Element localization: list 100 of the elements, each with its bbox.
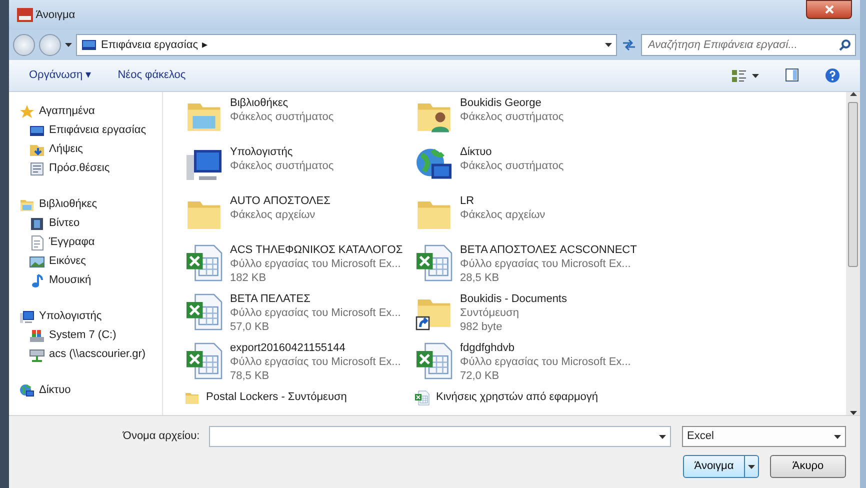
file-detail: Φύλλο εργασίας του Microsoft Ex... <box>460 355 631 369</box>
breadcrumb-link[interactable]: Επιφάνεια εργασίας <box>101 36 198 54</box>
caret-icon <box>748 464 755 468</box>
open-button[interactable]: Άνοιγμα <box>684 456 744 477</box>
file-name: Κινήσεις χρηστών από εφαρμογή <box>436 390 598 404</box>
file-item[interactable]: export20160421155144 Φύλλο εργασίας του Microsoft Ex... 78,5 KB <box>179 339 409 388</box>
file-detail: Συντόμευση <box>460 306 520 320</box>
scrollbar[interactable] <box>846 92 860 415</box>
file-name: Postal Lockers - Συντόμευση <box>206 390 347 404</box>
file-item[interactable]: Postal Lockers - Συντόμευση <box>179 388 409 415</box>
close-button[interactable] <box>806 0 852 19</box>
file-item[interactable]: Δίκτυο Φάκελος συστήματος <box>409 143 639 192</box>
drive-icon <box>29 328 45 344</box>
refresh-button[interactable] <box>621 36 637 54</box>
spreadsheet-icon <box>184 341 224 381</box>
file-item[interactable]: ACS ΤΗΛΕΦΩΝΙΚΟΣ ΚΑΤΑΛΟΓΟΣ Φύλλο εργασίας του Microsoft Ex... 182 KB <box>179 241 409 290</box>
file-name: export20160421155144 <box>230 341 346 355</box>
back-button[interactable] <box>13 34 35 56</box>
sidebar-item[interactable]: Πρόσ.θέσεις <box>29 159 110 178</box>
picture-icon <box>29 254 45 270</box>
sidebar-item[interactable]: System 7 (C:) <box>29 326 116 345</box>
file-item[interactable]: ΒΕΤΑ ΠΕΛΑΤΕΣ Φύλλο εργασίας του Microsoft Ex... 57,0 KB <box>179 290 409 339</box>
caret-icon <box>834 434 841 438</box>
app-icon <box>17 8 33 22</box>
file-detail: Φάκελος αρχείων <box>230 208 316 222</box>
sidebar-item[interactable]: Αγαπημένα <box>19 102 95 121</box>
network-icon <box>19 382 35 398</box>
file-item[interactable]: Boukidis George Φάκελος συστήματος <box>409 94 639 143</box>
sidebar-item[interactable]: Βίντεο <box>29 214 80 233</box>
network-drive-icon <box>29 346 45 362</box>
music-note-icon <box>29 272 45 288</box>
file-detail: 28,5 KB <box>460 271 500 285</box>
file-item[interactable]: Boukidis - Documents Συντόμευση 982 byte <box>409 290 639 339</box>
places-icon <box>29 160 45 176</box>
sidebar-item[interactable]: Επιφάνεια εργασίας <box>29 121 146 140</box>
caret-icon <box>658 434 666 438</box>
sidebar-item[interactable]: Δίκτυο <box>19 381 71 400</box>
file-name: ΒΕΤΑ ΠΕΛΑΤΕΣ <box>230 292 312 306</box>
breadcrumb-separator[interactable]: ▸ <box>202 36 208 54</box>
refresh-icon <box>621 38 637 52</box>
sidebar-item[interactable]: Υπολογιστής <box>19 307 102 326</box>
star-icon <box>19 104 35 120</box>
window-title: Άνοιγμα <box>36 8 76 23</box>
file-detail: 982 byte <box>460 320 504 334</box>
spreadsheet-icon <box>184 292 224 332</box>
close-icon <box>824 5 834 14</box>
file-type-dropdown[interactable]: Excel <box>682 426 846 447</box>
file-detail: Φύλλο εργασίας του Microsoft Ex... <box>230 355 401 369</box>
sidebar-item[interactable]: Εικόνες <box>29 252 86 271</box>
help-icon <box>825 68 840 83</box>
spreadsheet-icon <box>184 243 224 283</box>
file-detail: 78,5 KB <box>230 369 270 383</box>
caret-icon <box>65 43 72 47</box>
view-options-icon <box>730 68 746 82</box>
file-name: ACS ΤΗΛΕΦΩΝΙΚΟΣ ΚΑΤΑΛΟΓΟΣ <box>230 243 403 257</box>
file-detail: 57,0 KB <box>230 320 270 334</box>
film-icon <box>29 216 45 232</box>
sidebar-item[interactable]: acs (\\acscourier.gr) <box>29 345 146 364</box>
sidebar-item[interactable]: Βιβλιοθήκες <box>19 195 98 214</box>
file-name: fdgdfghdvb <box>460 341 516 355</box>
sidebar-item[interactable]: Έγγραφα <box>29 233 95 252</box>
file-detail: Φύλλο εργασίας του Microsoft Ex... <box>230 306 401 320</box>
desktop-icon <box>81 37 97 53</box>
forward-button[interactable] <box>39 34 61 56</box>
new-folder-button[interactable]: Νέος φάκελος <box>114 65 190 86</box>
preview-pane-icon <box>785 68 799 82</box>
file-name: ΒΕΤΑ ΑΠΟΣΤΟΛΕΣ ACSCONNECT <box>460 243 637 257</box>
sidebar-item[interactable]: Λήψεις <box>29 140 83 159</box>
file-detail: Φάκελος συστήματος <box>460 159 564 173</box>
file-name: Boukidis - Documents <box>460 292 567 306</box>
file-item[interactable]: fdgdfghdvb Φύλλο εργασίας του Microsoft Ex... 72,0 KB <box>409 339 639 388</box>
file-detail: Φάκελος συστήματος <box>460 110 564 124</box>
sidebar-item[interactable]: Μουσική <box>29 271 92 290</box>
search-icon <box>839 39 851 51</box>
file-detail: 182 KB <box>230 271 268 285</box>
file-detail: Φύλλο εργασίας του Microsoft Ex... <box>460 257 632 271</box>
organize-menu[interactable]: Οργάνωση ▾ <box>25 65 96 86</box>
cancel-button[interactable]: Άκυρο <box>770 455 846 478</box>
file-item[interactable]: Βιβλιοθήκες Φάκελος συστήματος <box>179 94 409 143</box>
filename-field[interactable] <box>208 426 670 447</box>
scroll-thumb[interactable] <box>848 102 858 267</box>
file-item[interactable]: LR Φάκελος αρχείων <box>409 192 639 241</box>
file-name: AUTO ΑΠΟΣΤΟΛΕΣ <box>230 194 330 208</box>
caret-icon <box>605 43 612 47</box>
file-item[interactable]: AUTO ΑΠΟΣΤΟΛΕΣ Φάκελος αρχείων <box>179 192 409 241</box>
file-name: LR <box>460 194 476 208</box>
document-icon <box>29 234 45 250</box>
file-detail: 72,0 KB <box>460 369 500 383</box>
open-menu-button[interactable] <box>744 456 758 477</box>
spreadsheet-icon <box>414 243 454 283</box>
file-name: Βιβλιοθήκες <box>230 96 290 110</box>
file-detail: Φάκελος συστήματος <box>230 159 334 173</box>
file-item[interactable]: Κινήσεις χρηστών από εφαρμογή <box>409 388 639 415</box>
file-item[interactable]: Υπολογιστής Φάκελος συστήματος <box>179 143 409 192</box>
folder-icon <box>184 390 200 406</box>
address-bar[interactable]: Επιφάνεια εργασίας ▸ <box>76 34 617 56</box>
caret-icon <box>752 74 759 78</box>
spreadsheet-icon <box>414 390 430 406</box>
file-item[interactable]: ΒΕΤΑ ΑΠΟΣΤΟΛΕΣ ACSCONNECT Φύλλο εργασίας του Microsoft Ex... 28,5 KB <box>409 241 639 290</box>
file-detail: Φάκελος αρχείων <box>460 208 546 222</box>
